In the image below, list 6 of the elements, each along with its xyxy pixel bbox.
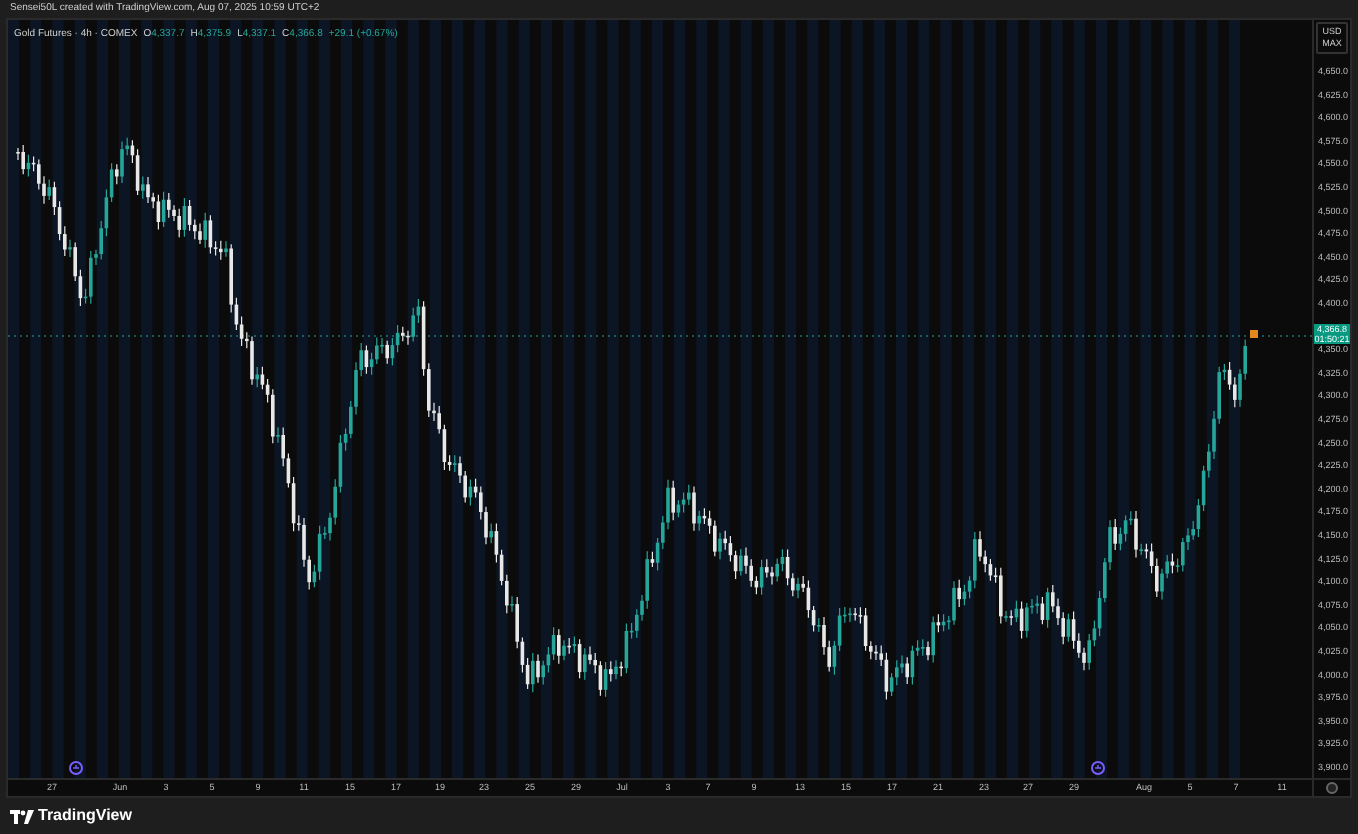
event-icon[interactable] [69,761,83,775]
brand-logo-icon [10,809,34,823]
auto-scale-button[interactable] [1326,782,1338,794]
dividend-marker-icon[interactable] [1250,330,1258,338]
event-icon[interactable] [1091,761,1105,775]
brand-name: TradingView [38,808,132,824]
